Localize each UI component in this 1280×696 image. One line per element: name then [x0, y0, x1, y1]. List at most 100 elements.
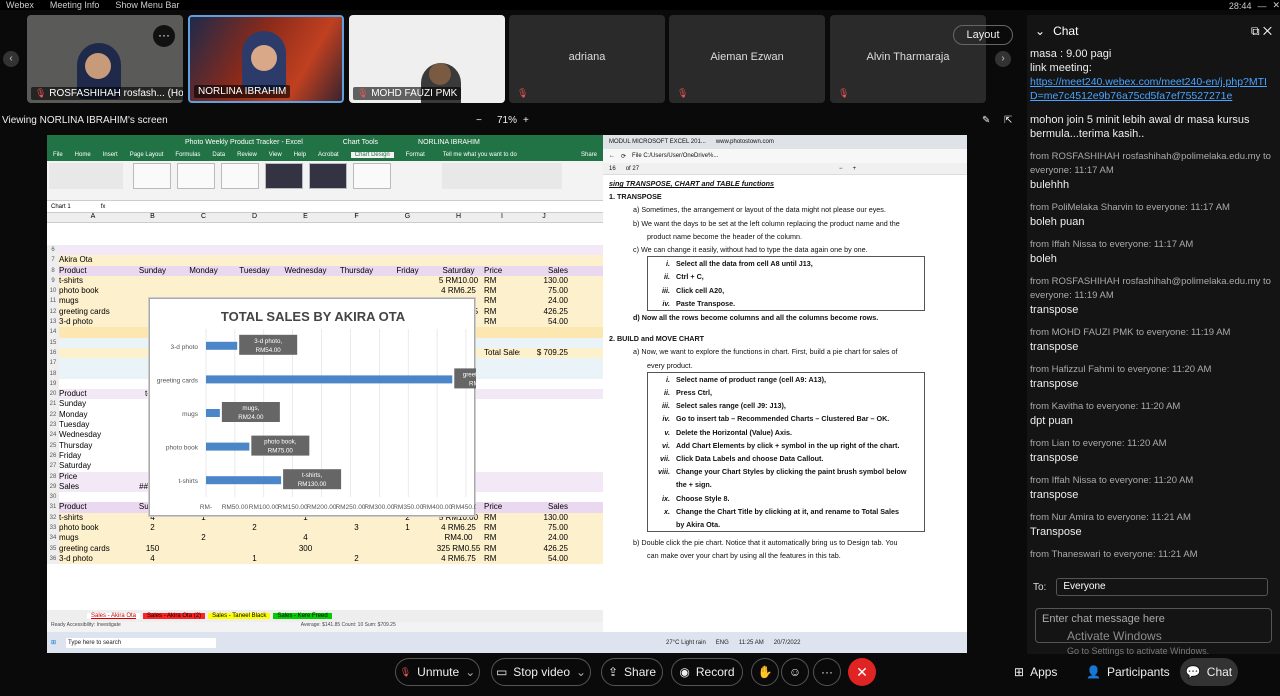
cell[interactable]: Product [59, 389, 127, 399]
cell[interactable]: Price [59, 472, 127, 482]
cell[interactable]: 4 RM6.75 [433, 554, 484, 564]
cell[interactable]: Product [59, 502, 127, 512]
cell[interactable] [520, 389, 568, 399]
row-number[interactable]: 13 [47, 317, 59, 328]
reload-icon[interactable]: ⟳ [621, 153, 626, 160]
cell[interactable] [382, 245, 433, 255]
ribbon-tab[interactable]: Format [406, 152, 425, 158]
popout-icon[interactable]: ⇱ [1004, 115, 1012, 126]
cell[interactable] [178, 523, 229, 533]
address-bar[interactable]: ← ⟳ File C:/Users/User/OneDrive%... [603, 149, 967, 163]
cell[interactable] [382, 255, 433, 265]
cell[interactable]: Thursday [331, 266, 382, 276]
cell[interactable]: 24.00 [520, 296, 568, 306]
row-number[interactable]: 27 [47, 461, 59, 472]
cell[interactable]: 150 [127, 544, 178, 554]
column-header[interactable]: A [59, 213, 127, 222]
cell[interactable]: Saturday [433, 266, 484, 276]
cell[interactable] [520, 338, 568, 348]
cell[interactable]: RM [484, 317, 520, 327]
row-number[interactable]: 26 [47, 450, 59, 462]
cell[interactable] [520, 441, 568, 451]
cell[interactable]: 2 [331, 554, 382, 564]
ribbon-tab[interactable]: Data [212, 152, 225, 158]
ribbon-tab[interactable]: Review [237, 152, 257, 158]
cell[interactable] [229, 533, 280, 543]
cell[interactable] [484, 369, 520, 379]
ribbon-tab[interactable]: Home [75, 152, 91, 158]
row-number[interactable]: 11 [47, 296, 59, 307]
browser-tab[interactable]: www.photostown.com [716, 139, 774, 145]
cell[interactable] [280, 286, 331, 296]
cell[interactable] [229, 255, 280, 265]
cell[interactable]: 130.00 [520, 276, 568, 286]
cell[interactable]: RM [484, 523, 520, 533]
row-number[interactable]: 34 [47, 533, 59, 544]
cell[interactable]: greeting cards [59, 544, 127, 554]
row-number[interactable]: 6 [47, 245, 59, 256]
zoom-level[interactable]: 71% [497, 115, 517, 126]
row-number[interactable]: 25 [47, 440, 59, 451]
cell[interactable] [520, 420, 568, 430]
cell[interactable]: 4 RM6.25 [433, 523, 484, 533]
cell[interactable]: 300 [280, 544, 331, 554]
cell[interactable]: Sales [59, 482, 127, 492]
cell[interactable] [127, 533, 178, 543]
cell[interactable]: photo book [59, 286, 127, 296]
cell[interactable] [433, 255, 484, 265]
cell[interactable] [382, 554, 433, 564]
row-number[interactable]: 35 [47, 543, 59, 554]
ribbon-tab[interactable]: Help [294, 152, 306, 158]
cell[interactable] [178, 286, 229, 296]
cell[interactable]: greeting cards [59, 307, 127, 317]
add-chart-element-group[interactable] [49, 163, 123, 189]
cell[interactable] [229, 286, 280, 296]
row-number[interactable]: 32 [47, 512, 59, 524]
cell[interactable]: 1 [229, 554, 280, 564]
cell[interactable]: Friday [382, 266, 433, 276]
cell[interactable]: RM4.00 [433, 533, 484, 543]
address-text[interactable]: File C:/Users/User/OneDrive%... [632, 153, 718, 159]
cell[interactable] [520, 482, 568, 492]
cell[interactable] [484, 358, 520, 368]
cell[interactable]: Price [484, 266, 520, 276]
cell[interactable] [59, 338, 127, 348]
row-number[interactable]: 9 [47, 275, 59, 287]
ribbon-tab[interactable]: Page Layout [130, 152, 164, 158]
cell[interactable] [520, 327, 568, 337]
chart-style-5[interactable] [309, 163, 347, 189]
cell[interactable]: Wednesday [59, 430, 127, 440]
cell[interactable]: 4 [127, 554, 178, 564]
next-participants-arrow-icon[interactable]: › [995, 51, 1011, 67]
video-tile[interactable]: ··· 🎙 ROSFASHIHAH rosfash... (Host...) [27, 15, 183, 103]
cell[interactable] [520, 492, 568, 502]
cell[interactable]: t-shirts [59, 513, 127, 523]
cell[interactable] [178, 544, 229, 554]
cell[interactable] [59, 369, 127, 379]
cell[interactable] [331, 276, 382, 286]
chart-style-4[interactable] [265, 163, 303, 189]
weather-widget[interactable]: 27°C Light rain [666, 640, 706, 646]
cell[interactable]: 5 RM10.00 [433, 276, 484, 286]
apps-button[interactable]: ⊞ Apps [1014, 665, 1057, 679]
unmute-button[interactable]: 🎙 Unmute ⌄ [395, 658, 480, 686]
cell[interactable]: $ 709.25 [520, 348, 568, 358]
cell[interactable]: Total Sales [484, 348, 520, 358]
cell[interactable] [520, 255, 568, 265]
cell[interactable] [382, 544, 433, 554]
video-tile-active-speaker[interactable]: NORLINA IBRAHIM [188, 15, 344, 103]
taskbar-search[interactable]: Type here to search [66, 637, 217, 648]
cell[interactable] [178, 245, 229, 255]
cell[interactable] [382, 276, 433, 286]
cell[interactable] [484, 379, 520, 389]
row-number[interactable]: 20 [47, 389, 59, 400]
data-type-location-group[interactable] [442, 163, 562, 189]
share-button[interactable]: ⇪ Share [601, 658, 663, 686]
row-number[interactable]: 23 [47, 420, 59, 431]
layout-button[interactable]: Layout [953, 25, 1013, 45]
cell[interactable]: 426.25 [520, 544, 568, 554]
back-icon[interactable]: ← [609, 153, 615, 159]
app-name[interactable]: Webex [6, 0, 34, 10]
cell[interactable] [229, 245, 280, 255]
participants-button[interactable]: 👤 Participants [1086, 665, 1170, 679]
